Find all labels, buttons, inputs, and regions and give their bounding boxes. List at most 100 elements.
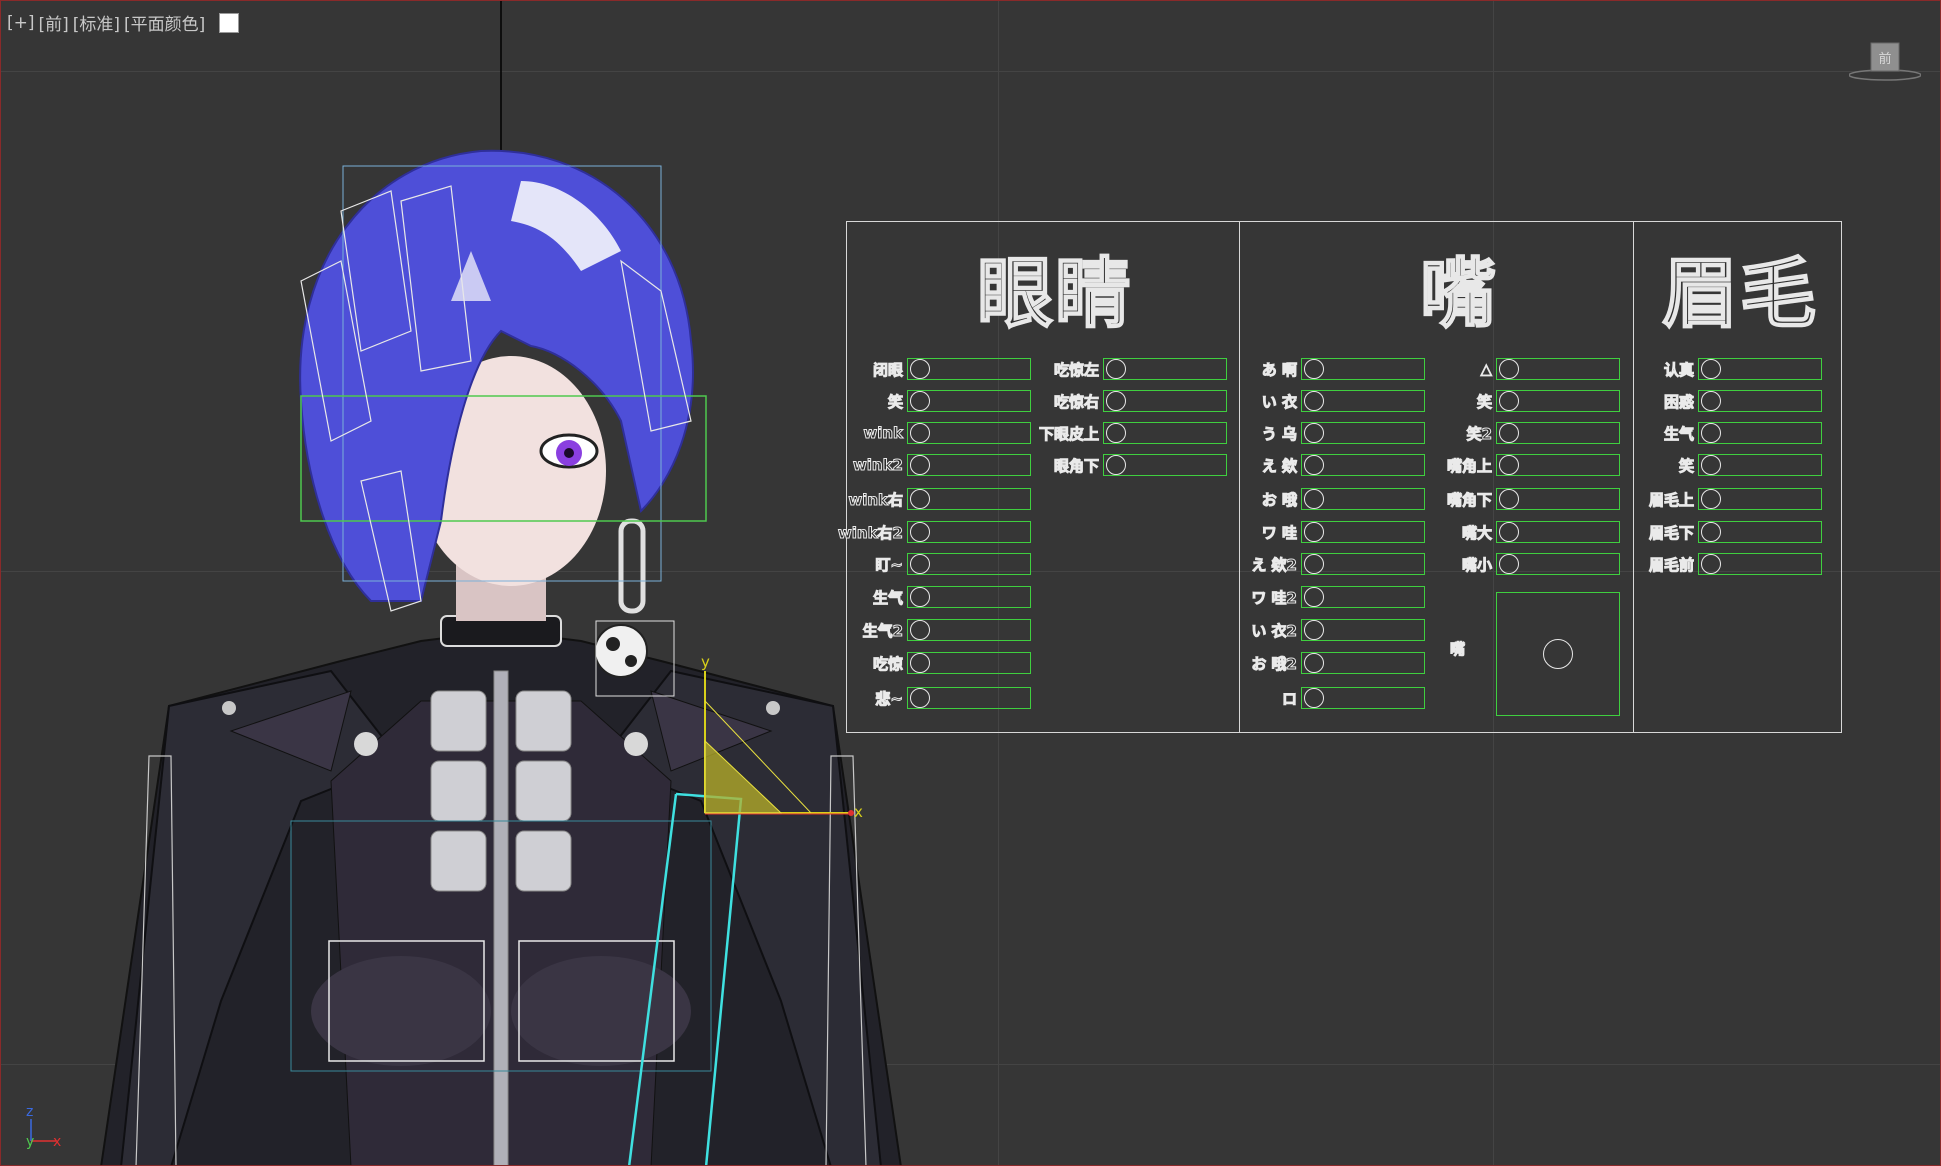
slider-row: ワ 哇 (1261, 520, 1425, 544)
morph-slider[interactable] (907, 390, 1031, 412)
slider-knob[interactable] (1106, 423, 1126, 443)
slider-knob[interactable] (1499, 359, 1519, 379)
morph-slider[interactable] (1698, 358, 1822, 380)
morph-slider[interactable] (907, 521, 1031, 543)
morph-slider[interactable] (907, 488, 1031, 510)
slider-knob[interactable] (1304, 391, 1324, 411)
slider-label: 生气 (872, 588, 903, 607)
slider-knob[interactable] (1499, 391, 1519, 411)
slider-knob[interactable] (910, 455, 930, 475)
slider-label: 笑2 (1466, 424, 1492, 443)
morph-slider[interactable] (1301, 687, 1425, 709)
slider-knob[interactable] (1701, 489, 1721, 509)
morph-slider[interactable] (1496, 422, 1620, 444)
morph-slider[interactable] (1103, 422, 1227, 444)
morph-slider[interactable] (1496, 390, 1620, 412)
morph-slider[interactable] (1103, 454, 1227, 476)
morph-slider[interactable] (907, 687, 1031, 709)
slider-knob[interactable] (1701, 359, 1721, 379)
morph-slider[interactable] (1496, 454, 1620, 476)
morph-slider[interactable] (907, 586, 1031, 608)
viewport-front[interactable]: [+] [前] [标准] [平面颜色] 前 y x z y x 眼睛 闭眼 笑 … (0, 0, 1941, 1166)
slider-knob[interactable] (1304, 554, 1324, 574)
slider-row: ロ (1281, 686, 1425, 710)
slider-knob[interactable] (910, 391, 930, 411)
slider-knob[interactable] (910, 620, 930, 640)
slider-label: 嘴角上 (1446, 456, 1492, 475)
slider-label: お 哦 (1261, 490, 1297, 509)
morph-slider[interactable] (1301, 652, 1425, 674)
slider-knob[interactable] (1499, 489, 1519, 509)
morph-slider[interactable] (1698, 454, 1822, 476)
slider-row: 笑 (887, 389, 1031, 413)
slider-knob[interactable] (1304, 423, 1324, 443)
slider-label: い 衣 (1261, 392, 1297, 411)
slider-knob[interactable] (1304, 455, 1324, 475)
slider-knob[interactable] (1701, 455, 1721, 475)
morph-slider[interactable] (907, 553, 1031, 575)
morph-slider[interactable] (1301, 422, 1425, 444)
morph-slider[interactable] (1301, 521, 1425, 543)
slider-knob[interactable] (1499, 423, 1519, 443)
slider-knob[interactable] (1499, 554, 1519, 574)
morph-slider[interactable] (1301, 619, 1425, 641)
morph-slider[interactable] (1698, 390, 1822, 412)
morph-slider[interactable] (907, 358, 1031, 380)
slider-knob[interactable] (910, 489, 930, 509)
morph-slider[interactable] (1301, 390, 1425, 412)
morph-slider[interactable] (1301, 586, 1425, 608)
mouth-position-pad[interactable] (1496, 592, 1620, 716)
slider-knob[interactable] (910, 423, 930, 443)
morph-slider[interactable] (1496, 488, 1620, 510)
morph-slider[interactable] (1698, 422, 1822, 444)
coat-button (222, 701, 236, 715)
morph-slider[interactable] (907, 619, 1031, 641)
slider-knob[interactable] (910, 587, 930, 607)
slider-label: ワ 哇2 (1251, 588, 1298, 607)
slider-knob[interactable] (1499, 522, 1519, 542)
slider-knob[interactable] (1499, 455, 1519, 475)
morph-slider[interactable] (1698, 521, 1822, 543)
morph-slider[interactable] (1496, 553, 1620, 575)
slider-knob[interactable] (1304, 620, 1324, 640)
morph-slider[interactable] (1301, 454, 1425, 476)
slider-knob[interactable] (1106, 359, 1126, 379)
slider-knob[interactable] (1304, 587, 1324, 607)
slider-label: 吃惊 (872, 654, 903, 673)
slider-knob[interactable] (910, 554, 930, 574)
morph-slider[interactable] (1103, 390, 1227, 412)
slider-knob[interactable] (910, 653, 930, 673)
slider-knob[interactable] (1106, 391, 1126, 411)
slider-knob[interactable] (1701, 522, 1721, 542)
slider-label: 嘴小 (1461, 555, 1492, 574)
facial-control-panel: 眼睛 闭眼笑 wink wink2 wink右 wink右2 盯~ 生气 生气2 吃惊 悲~ 吃惊… (837, 221, 1842, 733)
slider-knob[interactable] (1701, 391, 1721, 411)
slider-knob[interactable] (1304, 359, 1324, 379)
slider-knob[interactable] (1304, 653, 1324, 673)
slider-knob[interactable] (1304, 489, 1324, 509)
slider-label: 眉毛前 (1648, 555, 1694, 574)
mouth-pad-knob[interactable] (1543, 639, 1573, 669)
morph-slider[interactable] (1698, 553, 1822, 575)
morph-slider[interactable] (907, 422, 1031, 444)
morph-slider[interactable] (1496, 358, 1620, 380)
slider-knob[interactable] (910, 522, 930, 542)
tripod-x-label: x (53, 1134, 61, 1150)
slider-row: 困惑 (1663, 389, 1822, 413)
slider-knob[interactable] (910, 359, 930, 379)
slider-knob[interactable] (1304, 522, 1324, 542)
morph-slider[interactable] (907, 454, 1031, 476)
morph-slider[interactable] (907, 652, 1031, 674)
morph-slider[interactable] (1103, 358, 1227, 380)
slider-knob[interactable] (910, 688, 930, 708)
morph-slider[interactable] (1698, 488, 1822, 510)
morph-slider[interactable] (1301, 553, 1425, 575)
slider-knob[interactable] (1106, 455, 1126, 475)
slider-knob[interactable] (1304, 688, 1324, 708)
slider-knob[interactable] (1701, 554, 1721, 574)
morph-slider[interactable] (1301, 488, 1425, 510)
morph-slider[interactable] (1496, 521, 1620, 543)
slider-row: 认真 (1663, 357, 1822, 381)
slider-knob[interactable] (1701, 423, 1721, 443)
morph-slider[interactable] (1301, 358, 1425, 380)
